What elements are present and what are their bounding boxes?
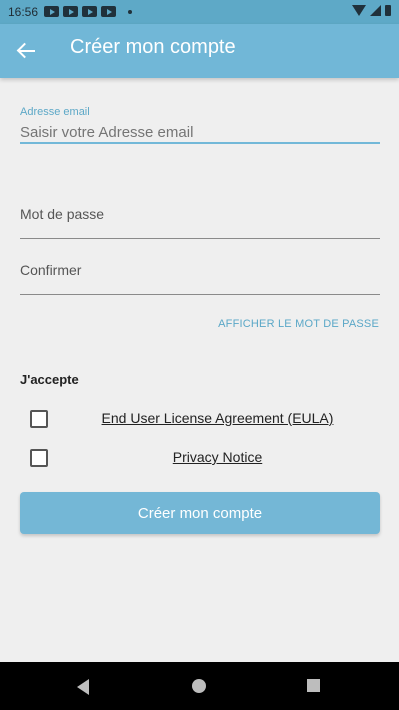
eula-checkbox[interactable] [30,410,48,428]
email-underline [20,142,380,144]
accept-heading: J'accepte [20,372,79,387]
back-arrow-icon[interactable] [16,40,38,62]
password-field[interactable]: Mot de passe [20,206,380,239]
create-account-button[interactable]: Créer mon compte [20,492,380,534]
nav-home-icon[interactable] [192,679,206,693]
youtube-notification-icon [63,6,78,17]
confirm-label: Confirmer [20,262,82,278]
signal-icon [370,5,381,16]
email-input[interactable] [20,122,380,142]
show-password-button[interactable]: AFFICHER LE MOT DE PASSE [218,318,379,330]
youtube-notification-icon [82,6,97,17]
page-title: Créer mon compte [70,36,236,58]
battery-icon [385,5,391,16]
status-bar: 16:56 [0,0,399,24]
notification-icons [44,6,132,17]
status-time: 16:56 [8,5,39,19]
wifi-icon [352,5,366,16]
privacy-link[interactable]: Privacy Notice [65,449,370,465]
privacy-checkbox[interactable] [30,449,48,467]
nav-recent-apps-icon[interactable] [307,679,320,692]
youtube-notification-icon [101,6,116,17]
email-field: Adresse email [20,106,380,144]
more-notifications-icon [128,10,132,14]
youtube-notification-icon [44,6,59,17]
nav-back-icon[interactable] [77,679,89,695]
confirm-field[interactable]: Confirmer [20,262,380,295]
password-label: Mot de passe [20,206,105,222]
system-nav-bar [0,662,399,710]
password-underline [20,238,380,239]
confirm-underline [20,294,380,295]
eula-link[interactable]: End User License Agreement (EULA) [65,410,370,426]
eula-row: End User License Agreement (EULA) [30,408,370,432]
privacy-row: Privacy Notice [30,447,370,471]
email-label: Adresse email [20,106,90,118]
app-bar: Créer mon compte [0,24,399,78]
system-icons [352,5,391,16]
